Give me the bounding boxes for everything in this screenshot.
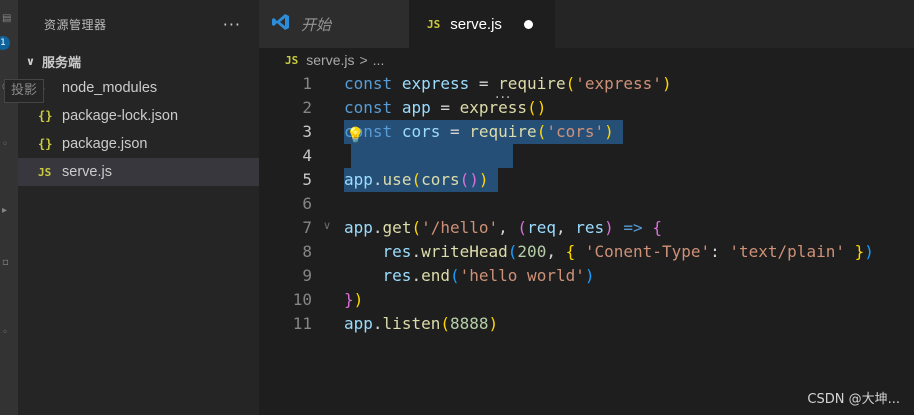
code-text: const app = express() xyxy=(344,98,547,117)
line-number: 10 xyxy=(292,290,312,309)
unsaved-dot-icon[interactable] xyxy=(524,20,533,29)
code-text: const cors = require('cors') xyxy=(344,122,614,141)
line-number: 1 xyxy=(302,74,312,93)
watermark: CSDN @大坤... xyxy=(807,392,900,407)
notification-badge: 1 xyxy=(0,36,10,50)
code-line: 8 res.writeHead(200, { 'Conent-Type': 't… xyxy=(259,240,914,264)
code-text: app.use(cors()) xyxy=(344,170,489,189)
code-text: app.listen(8888) xyxy=(344,314,499,333)
breadcrumb-symbol[interactable]: ... xyxy=(373,52,385,68)
line-number: 4 xyxy=(302,146,312,165)
code-line: 9 res.end('hello world') xyxy=(259,264,914,288)
line-number: 9 xyxy=(302,266,312,285)
line-number: 11 xyxy=(292,314,312,333)
hover-tooltip: 投影 xyxy=(4,79,45,103)
line-number: 8 xyxy=(302,242,312,261)
code-text: res.writeHead(200, { 'Conent-Type': 'tex… xyxy=(382,242,874,261)
code-line: 1 const express = require('express') xyxy=(259,72,914,96)
hover-hint-dots: ... xyxy=(495,86,512,102)
code-line: 7 app.get('/hello', (req, res) => { xyxy=(259,216,914,240)
code-text: app.get('/hello', (req, res) => { xyxy=(344,218,662,237)
tree-item-serve-js[interactable]: JS serve.js xyxy=(18,158,259,186)
code-line: 2 const app = express() xyxy=(259,96,914,120)
js-file-icon: JS xyxy=(427,17,441,31)
breadcrumb: JS serve.js > ... xyxy=(259,48,914,72)
tree-item-label: package.json xyxy=(62,136,148,152)
extensions-icon[interactable]: ▫ xyxy=(2,258,12,268)
source-control-icon[interactable]: ◦ xyxy=(2,140,12,150)
line-number: 2 xyxy=(302,98,312,117)
breadcrumb-file[interactable]: serve.js xyxy=(306,52,354,68)
line-number: 7 xyxy=(302,218,312,237)
code-line: 11 app.listen(8888) xyxy=(259,312,914,336)
chevron-down-icon: ∨ xyxy=(26,54,35,68)
more-actions-button[interactable]: ··· xyxy=(223,15,241,34)
tree-item-label: serve.js xyxy=(62,164,112,180)
fold-chevron-icon[interactable]: ∨ xyxy=(323,219,331,232)
code-text: }) xyxy=(344,290,364,309)
workspace-folder-label: 服务端 xyxy=(42,55,82,71)
tab-label: serve.js xyxy=(450,15,502,33)
tooltip-text: 投影 xyxy=(11,83,38,98)
code-line: 10 }) xyxy=(259,288,914,312)
json-file-icon: {} xyxy=(38,109,53,123)
remote-icon[interactable]: ◦ xyxy=(2,328,12,338)
tree-item-label: node_modules xyxy=(62,80,158,96)
js-file-icon: JS xyxy=(38,165,52,179)
tree-item-package-json[interactable]: {} package.json xyxy=(18,130,259,158)
code-line: 4 xyxy=(259,144,914,168)
run-debug-icon[interactable]: ▸ xyxy=(2,206,12,216)
explorer-header: 资源管理器 ··· xyxy=(18,0,259,48)
lightbulb-icon[interactable]: 💡 xyxy=(346,126,365,144)
tab-bar: 开始 JS serve.js xyxy=(259,0,914,48)
tree-item-label: package-lock.json xyxy=(62,108,179,124)
code-editor[interactable]: 1 const express = require('express') 2 c… xyxy=(259,72,914,415)
explorer-icon[interactable]: ▤ xyxy=(2,14,12,24)
tree-item-package-lock[interactable]: {} package-lock.json xyxy=(18,102,259,130)
tab-welcome[interactable]: 开始 xyxy=(259,0,409,48)
json-file-icon: {} xyxy=(38,137,53,151)
explorer-title: 资源管理器 xyxy=(44,17,107,32)
activity-bar: ▤ 1 ○ ◦ ▸ ▫ ◦ xyxy=(0,0,18,415)
line-number: 5 xyxy=(302,170,312,189)
line-number: 6 xyxy=(302,194,312,213)
line-number: 3 xyxy=(302,122,312,141)
code-line: 5 app.use(cors()) xyxy=(259,168,914,192)
breadcrumb-separator: > xyxy=(359,52,368,68)
js-file-icon: JS xyxy=(285,53,299,67)
tab-serve-js[interactable]: JS serve.js xyxy=(409,0,555,48)
tree-item-node-modules[interactable]: > node_modules xyxy=(18,74,259,102)
explorer-sidebar: 资源管理器 ··· ∨ 服务端 > node_modules {} packag… xyxy=(18,0,259,415)
code-line: 6 xyxy=(259,192,914,216)
workspace-folder-header[interactable]: ∨ 服务端 xyxy=(18,48,259,74)
vscode-logo-icon xyxy=(271,12,291,36)
tab-label: 开始 xyxy=(301,16,332,34)
code-text: res.end('hello world') xyxy=(382,266,595,285)
